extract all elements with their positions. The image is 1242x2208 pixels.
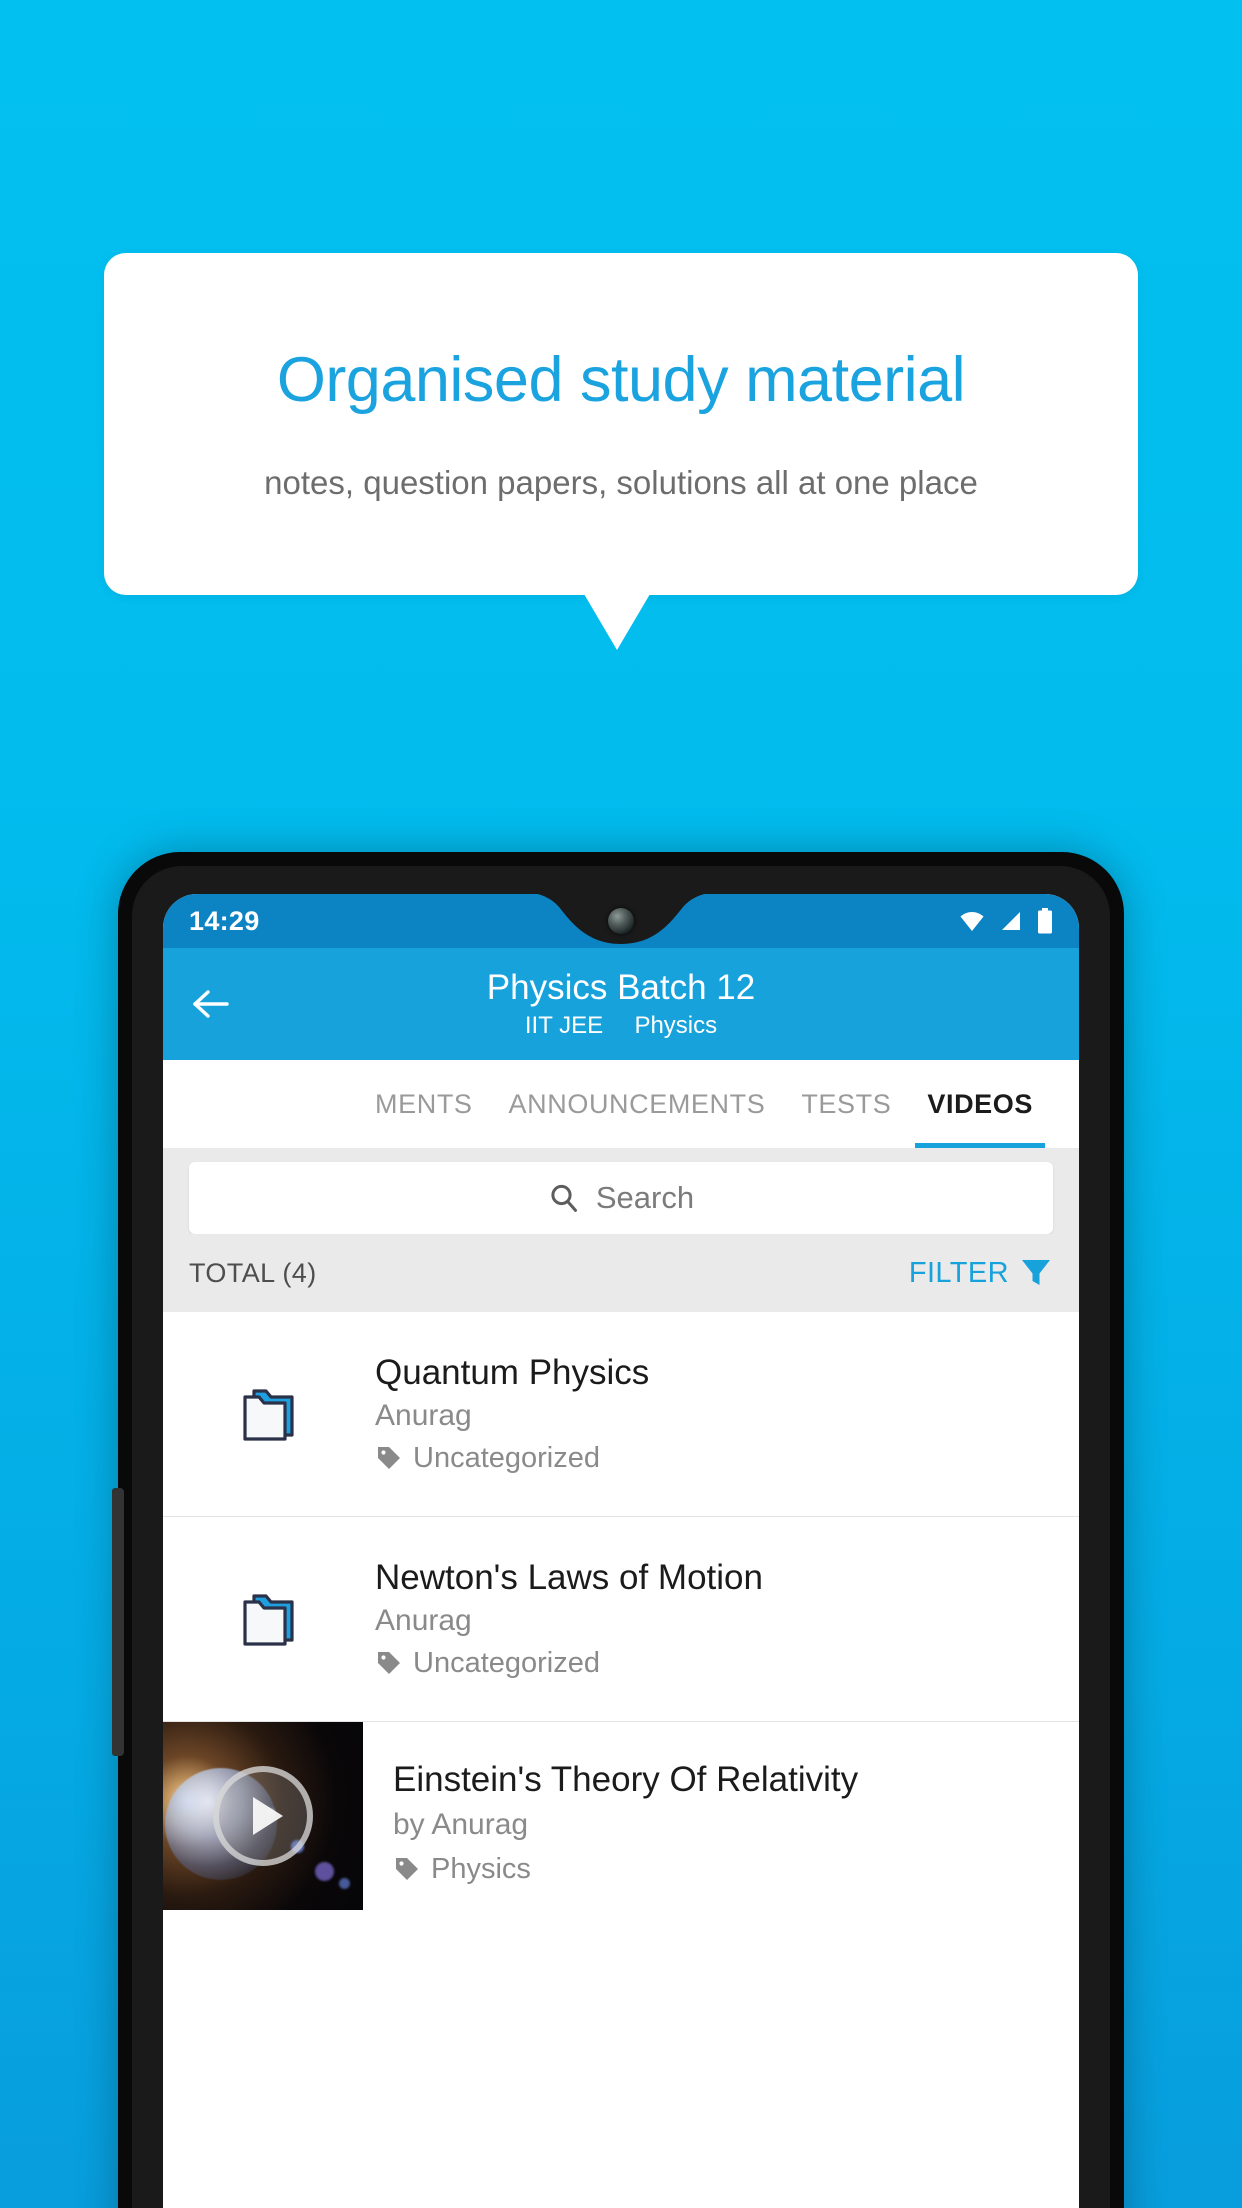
status-icons [959, 908, 1053, 934]
promo-bubble: Organised study material notes, question… [104, 253, 1138, 595]
item-text: Newton's Laws of Motion Anurag Uncategor… [375, 1558, 783, 1680]
search-input[interactable]: Search [189, 1162, 1053, 1234]
batch-exam: IIT JEE [524, 1011, 604, 1039]
item-author: Anurag [375, 1399, 472, 1433]
video-author: by Anurag [393, 1808, 529, 1842]
play-button[interactable] [213, 1766, 313, 1866]
item-title: Newton's Laws of Motion [375, 1557, 763, 1597]
promo-screenshot: Organised study material notes, question… [0, 0, 1242, 2208]
video-title: Einstein's Theory Of Relativity [393, 1760, 859, 1799]
tab-tests[interactable]: TESTS [783, 1060, 909, 1148]
item-tag-label: Uncategorized [413, 1441, 600, 1474]
video-tag-label: Physics [431, 1852, 531, 1885]
front-camera-icon [608, 908, 634, 934]
notch-shape [537, 894, 705, 944]
signal-icon [1002, 912, 1020, 930]
video-tag-row: Physics [393, 1853, 1079, 1886]
play-icon [252, 1797, 283, 1835]
status-bar: 14:29 [163, 894, 1079, 948]
item-tag-row: Uncategorized [375, 1647, 763, 1680]
app-bar: Physics Batch 12 IIT JEE Physics [163, 948, 1079, 1060]
content-list: Quantum Physics Anurag Uncategorized New… [163, 1312, 1079, 1910]
tab-announcements[interactable]: ANNOUNCEMENTS [491, 1060, 784, 1148]
tab-bar: MENTS ANNOUNCEMENTS TESTS VIDEOS [163, 1060, 1079, 1148]
list-item[interactable]: Newton's Laws of Motion Anurag Uncategor… [163, 1517, 1079, 1722]
camera-notch [533, 894, 709, 948]
tag-icon [378, 1652, 400, 1675]
item-tag-row: Uncategorized [375, 1442, 649, 1475]
phone-screen: 14:29 Physics Batch 12 IIT JEE Physics M… [163, 894, 1079, 2208]
app-bar-text: Physics Batch 12 IIT JEE Physics [163, 968, 1079, 1039]
item-text: Quantum Physics Anurag Uncategorized [375, 1353, 669, 1475]
search-section: Search [163, 1148, 1079, 1234]
tag-icon [378, 1447, 400, 1470]
page-title: Organised study material [276, 345, 966, 415]
batch-meta: IIT JEE Physics [163, 1011, 1079, 1039]
search-placeholder: Search [595, 1180, 695, 1215]
filter-button[interactable]: FILTER [909, 1256, 1053, 1290]
batch-title: Physics Batch 12 [486, 968, 756, 1008]
item-icon-wrap [163, 1381, 375, 1447]
batch-subject: Physics [634, 1011, 718, 1039]
search-icon [551, 1184, 577, 1212]
item-tag-label: Uncategorized [413, 1646, 600, 1679]
bubble-tail [584, 594, 650, 650]
list-item[interactable]: Quantum Physics Anurag Uncategorized [163, 1312, 1079, 1517]
filter-bar: TOTAL (4) FILTER [163, 1234, 1079, 1312]
back-button[interactable] [189, 982, 233, 1026]
phone-side-button[interactable] [112, 1488, 124, 1756]
tab-videos[interactable]: VIDEOS [909, 1060, 1051, 1148]
tag-icon [396, 1858, 418, 1881]
battery-icon [1038, 908, 1052, 934]
video-thumbnail [163, 1722, 363, 1910]
filter-funnel-icon [1022, 1260, 1050, 1285]
status-time: 14:29 [189, 905, 260, 936]
video-text: Einstein's Theory Of Relativity by Anura… [363, 1722, 1079, 1910]
lens-flare [315, 1862, 334, 1881]
tab-assignments[interactable]: MENTS [357, 1060, 491, 1148]
video-list-item[interactable]: Einstein's Theory Of Relativity by Anura… [163, 1722, 1079, 1910]
item-icon-wrap [163, 1586, 375, 1652]
folder-icon [243, 1594, 294, 1646]
lens-flare [339, 1878, 350, 1889]
wifi-icon [960, 912, 984, 931]
total-count-label: TOTAL (4) [189, 1257, 317, 1288]
back-arrow-icon [193, 990, 229, 1018]
filter-label: FILTER [908, 1256, 1009, 1289]
page-subtitle: notes, question papers, solutions all at… [264, 464, 978, 501]
item-author: Anurag [375, 1604, 472, 1638]
item-title: Quantum Physics [375, 1352, 650, 1392]
folder-icon [243, 1389, 294, 1441]
